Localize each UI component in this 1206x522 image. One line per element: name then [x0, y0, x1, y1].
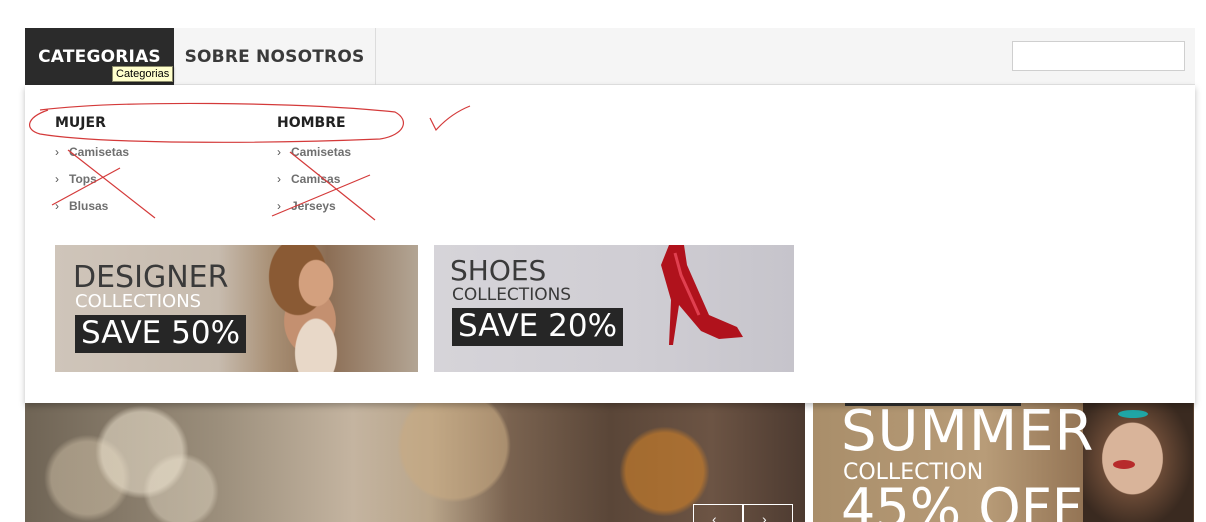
- banner-subtitle: COLLECTIONS: [452, 285, 572, 305]
- menu-item-hombre-camisas[interactable]: › Camisas: [277, 171, 351, 198]
- slider-next-button[interactable]: ›: [743, 504, 793, 522]
- model-lips: [1113, 460, 1135, 469]
- banner-offer: SAVE 50%: [75, 315, 247, 353]
- menu-item-label: Tops: [69, 172, 97, 186]
- summer-title: SUMMER: [841, 400, 1095, 464]
- shoes-collections-banner[interactable]: SHOES COLLECTIONS SAVE 20%: [434, 245, 794, 372]
- menu-item-mujer-camisetas[interactable]: › Camisetas: [55, 144, 129, 171]
- chevron-left-icon: ‹: [712, 511, 717, 522]
- column-title-hombre[interactable]: HOMBRE: [277, 115, 351, 131]
- menu-item-label: Camisetas: [69, 145, 130, 159]
- chevron-right-icon: ›: [277, 199, 281, 213]
- menu-item-hombre-camisetas[interactable]: › Camisetas: [277, 144, 351, 171]
- hero-image-texture: [25, 400, 805, 522]
- summer-collection-banner[interactable]: SUMMER COLLECTION 45% OFF: [813, 400, 1194, 522]
- banner-title: DESIGNER: [73, 260, 229, 295]
- banner-title: SHOES: [450, 254, 547, 287]
- chevron-right-icon: ›: [762, 511, 767, 522]
- tab-sobre-nosotros[interactable]: SOBRE NOSOTROS: [174, 28, 376, 85]
- designer-collections-banner[interactable]: DESIGNER COLLECTIONS SAVE 50%: [55, 245, 418, 372]
- menu-item-label: Camisas: [291, 172, 341, 186]
- summer-offer: 45% OFF: [841, 477, 1083, 522]
- menu-item-label: Jerseys: [291, 199, 336, 213]
- model-image: [1083, 400, 1193, 522]
- menu-item-label: Camisetas: [291, 145, 352, 159]
- menu-item-mujer-blusas[interactable]: › Blusas: [55, 198, 129, 225]
- chevron-right-icon: ›: [277, 145, 281, 159]
- model-eye: [1118, 410, 1148, 418]
- chevron-right-icon: ›: [277, 172, 281, 186]
- slider-prev-button[interactable]: ‹: [693, 504, 743, 522]
- chevron-right-icon: ›: [55, 145, 59, 159]
- menu-item-label: Blusas: [69, 199, 109, 213]
- model-image: [250, 245, 370, 372]
- banner-subtitle: COLLECTIONS: [75, 291, 202, 312]
- search-input[interactable]: [1012, 41, 1185, 71]
- chevron-right-icon: ›: [55, 199, 59, 213]
- menu-item-mujer-tops[interactable]: › Tops: [55, 171, 129, 198]
- categories-dropdown: MUJER › Camisetas › Tops › Blusas HOMBRE › C…: [25, 85, 1195, 403]
- menu-column-hombre: HOMBRE › Camisetas › Camisas › Jerseys: [277, 115, 351, 225]
- column-title-mujer[interactable]: MUJER: [55, 115, 129, 131]
- menu-item-hombre-jerseys[interactable]: › Jerseys: [277, 198, 351, 225]
- menu-column-mujer: MUJER › Camisetas › Tops › Blusas: [55, 115, 129, 225]
- chevron-right-icon: ›: [55, 172, 59, 186]
- tooltip-categorias: Categorias: [112, 66, 174, 82]
- banner-offer: SAVE 20%: [452, 308, 624, 346]
- hero-slider-image: [25, 400, 805, 522]
- red-heel-image: [661, 245, 743, 345]
